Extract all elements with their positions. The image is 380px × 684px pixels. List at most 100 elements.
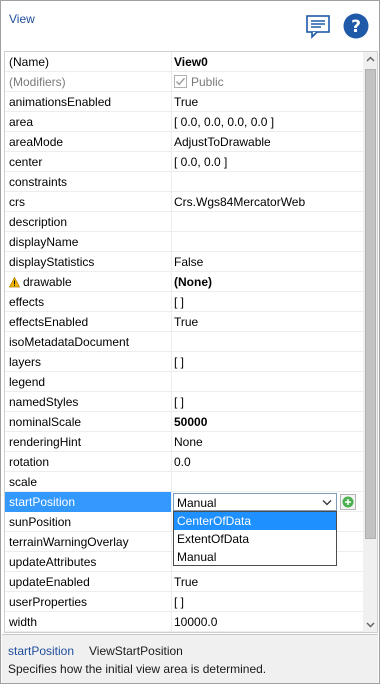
property-row-updateenabled[interactable]: updateEnabled True (5, 572, 363, 592)
property-row-startposition[interactable]: startPosition Manual (5, 492, 363, 512)
property-row-width[interactable]: width 10000.0 (5, 612, 363, 632)
property-name: renderingHint (5, 432, 172, 452)
property-row-layers[interactable]: layers [ ] (5, 352, 363, 372)
property-row-name[interactable]: (Name) View0 (5, 52, 363, 72)
property-name-text: rotation (9, 455, 50, 469)
start-position-combobox[interactable]: Manual (173, 493, 337, 511)
property-name-text: (Name) (9, 55, 50, 69)
property-value[interactable]: True (173, 572, 363, 592)
property-row-areamode[interactable]: areaMode AdjustToDrawable (5, 132, 363, 152)
property-row-rotation[interactable]: rotation 0.0 (5, 452, 363, 472)
property-row-center[interactable]: center [ 0.0, 0.0 ] (5, 152, 363, 172)
property-value[interactable]: AdjustToDrawable (173, 132, 363, 152)
property-name-text: drawable (23, 275, 72, 289)
property-name-text: userProperties (9, 595, 88, 609)
property-name-text: legend (9, 375, 46, 389)
property-value-text: [ 0.0, 0.0 ] (174, 155, 228, 169)
property-name: description (5, 212, 172, 232)
property-name: layers (5, 352, 172, 372)
property-value[interactable]: None (173, 432, 363, 452)
property-value[interactable]: Crs.Wgs84MercatorWeb (173, 192, 363, 212)
property-row-area[interactable]: area [ 0.0, 0.0, 0.0, 0.0 ] (5, 112, 363, 132)
property-value[interactable] (173, 372, 363, 392)
checkmark-icon[interactable] (174, 75, 187, 88)
dropdown-option[interactable]: ExtentOfData (174, 530, 336, 548)
property-row-displayname[interactable]: displayName (5, 232, 363, 252)
property-value[interactable] (173, 472, 363, 492)
property-row-legend[interactable]: legend (5, 372, 363, 392)
property-name: crs (5, 192, 172, 212)
property-value[interactable] (173, 232, 363, 252)
dropdown-option[interactable]: CenterOfData (174, 512, 336, 530)
property-name-text: (Modifiers) (9, 75, 66, 89)
property-value-text: 50000 (174, 415, 208, 429)
property-name: scale (5, 472, 172, 492)
property-row-modifiers[interactable]: (Modifiers) Public (5, 72, 363, 92)
property-value-text: [ ] (174, 595, 185, 609)
property-name-text: animationsEnabled (9, 95, 112, 109)
add-icon[interactable] (340, 494, 356, 510)
property-value[interactable]: [ ] (173, 352, 363, 372)
property-name-text: terrainWarningOverlay (9, 535, 129, 549)
property-value[interactable]: [ 0.0, 0.0, 0.0, 0.0 ] (173, 112, 363, 132)
description-text: Specifies how the initial view area is d… (8, 662, 267, 676)
property-value[interactable]: [ ] (173, 392, 363, 412)
property-value[interactable] (173, 172, 363, 192)
property-grid: (Name) View0 (Modifiers) Public animationsEn… (4, 51, 378, 633)
description-property-name: startPosition (8, 644, 75, 658)
property-value[interactable]: View0 (173, 52, 363, 72)
property-row-scale[interactable]: scale (5, 472, 363, 492)
property-name: (Modifiers) (5, 72, 172, 92)
property-value[interactable]: False (173, 252, 363, 272)
property-name-text: scale (9, 475, 38, 489)
scroll-up-arrow-icon[interactable] (363, 52, 378, 67)
property-name-text: updateEnabled (9, 575, 90, 589)
header: View ? (2, 2, 378, 51)
property-row-crs[interactable]: crs Crs.Wgs84MercatorWeb (5, 192, 363, 212)
property-name-text: isoMetadataDocument (9, 335, 130, 349)
property-value-text: Crs.Wgs84MercatorWeb (174, 195, 306, 209)
property-value[interactable] (173, 332, 363, 352)
property-value[interactable]: Public (173, 72, 363, 92)
property-name: namedStyles (5, 392, 172, 412)
property-name-text: namedStyles (9, 395, 79, 409)
property-value[interactable]: True (173, 92, 363, 112)
property-row-drawable[interactable]: drawable (None) (5, 272, 363, 292)
property-row-constraints[interactable]: constraints (5, 172, 363, 192)
scrollbar-thumb[interactable] (365, 69, 376, 539)
dropdown-option[interactable]: Manual (174, 548, 336, 566)
help-icon[interactable]: ? (342, 12, 370, 40)
property-value-text: True (174, 95, 199, 109)
description-panel: startPosition ViewStartPosition Specifie… (2, 634, 378, 683)
property-row-effects[interactable]: effects [ ] (5, 292, 363, 312)
property-row-effectsenabled[interactable]: effectsEnabled True (5, 312, 363, 332)
property-row-renderinghint[interactable]: renderingHint None (5, 432, 363, 452)
property-value[interactable] (173, 212, 363, 232)
property-value[interactable]: [ ] (173, 292, 363, 312)
property-value[interactable]: (None) (173, 272, 363, 292)
property-value[interactable]: 10000.0 (173, 612, 363, 632)
property-row-displaystatistics[interactable]: displayStatistics False (5, 252, 363, 272)
property-name-text: effects (9, 295, 45, 309)
property-name: displayStatistics (5, 252, 172, 272)
property-row-nominalscale[interactable]: nominalScale 50000 (5, 412, 363, 432)
property-row-animationsenabled[interactable]: animationsEnabled True (5, 92, 363, 112)
comment-icon[interactable] (304, 12, 332, 40)
property-value[interactable]: [ 0.0, 0.0 ] (173, 152, 363, 172)
property-name-text: layers (9, 355, 42, 369)
vertical-scrollbar[interactable] (363, 52, 378, 632)
property-value[interactable]: True (173, 312, 363, 332)
property-value-text: 10000.0 (174, 615, 218, 629)
property-value[interactable]: 0.0 (173, 452, 363, 472)
property-name-text: updateAttributes (9, 555, 97, 569)
property-row-userproperties[interactable]: userProperties [ ] (5, 592, 363, 612)
property-row-description[interactable]: description (5, 212, 363, 232)
property-row-isometadatadocument[interactable]: isoMetadataDocument (5, 332, 363, 352)
chevron-down-icon[interactable] (320, 496, 334, 509)
property-value[interactable]: 50000 (173, 412, 363, 432)
property-value[interactable]: [ ] (173, 592, 363, 612)
property-row-namedstyles[interactable]: namedStyles [ ] (5, 392, 363, 412)
property-value-text: (None) (174, 275, 212, 289)
scroll-down-arrow-icon[interactable] (363, 617, 378, 632)
property-name: effects (5, 292, 172, 312)
